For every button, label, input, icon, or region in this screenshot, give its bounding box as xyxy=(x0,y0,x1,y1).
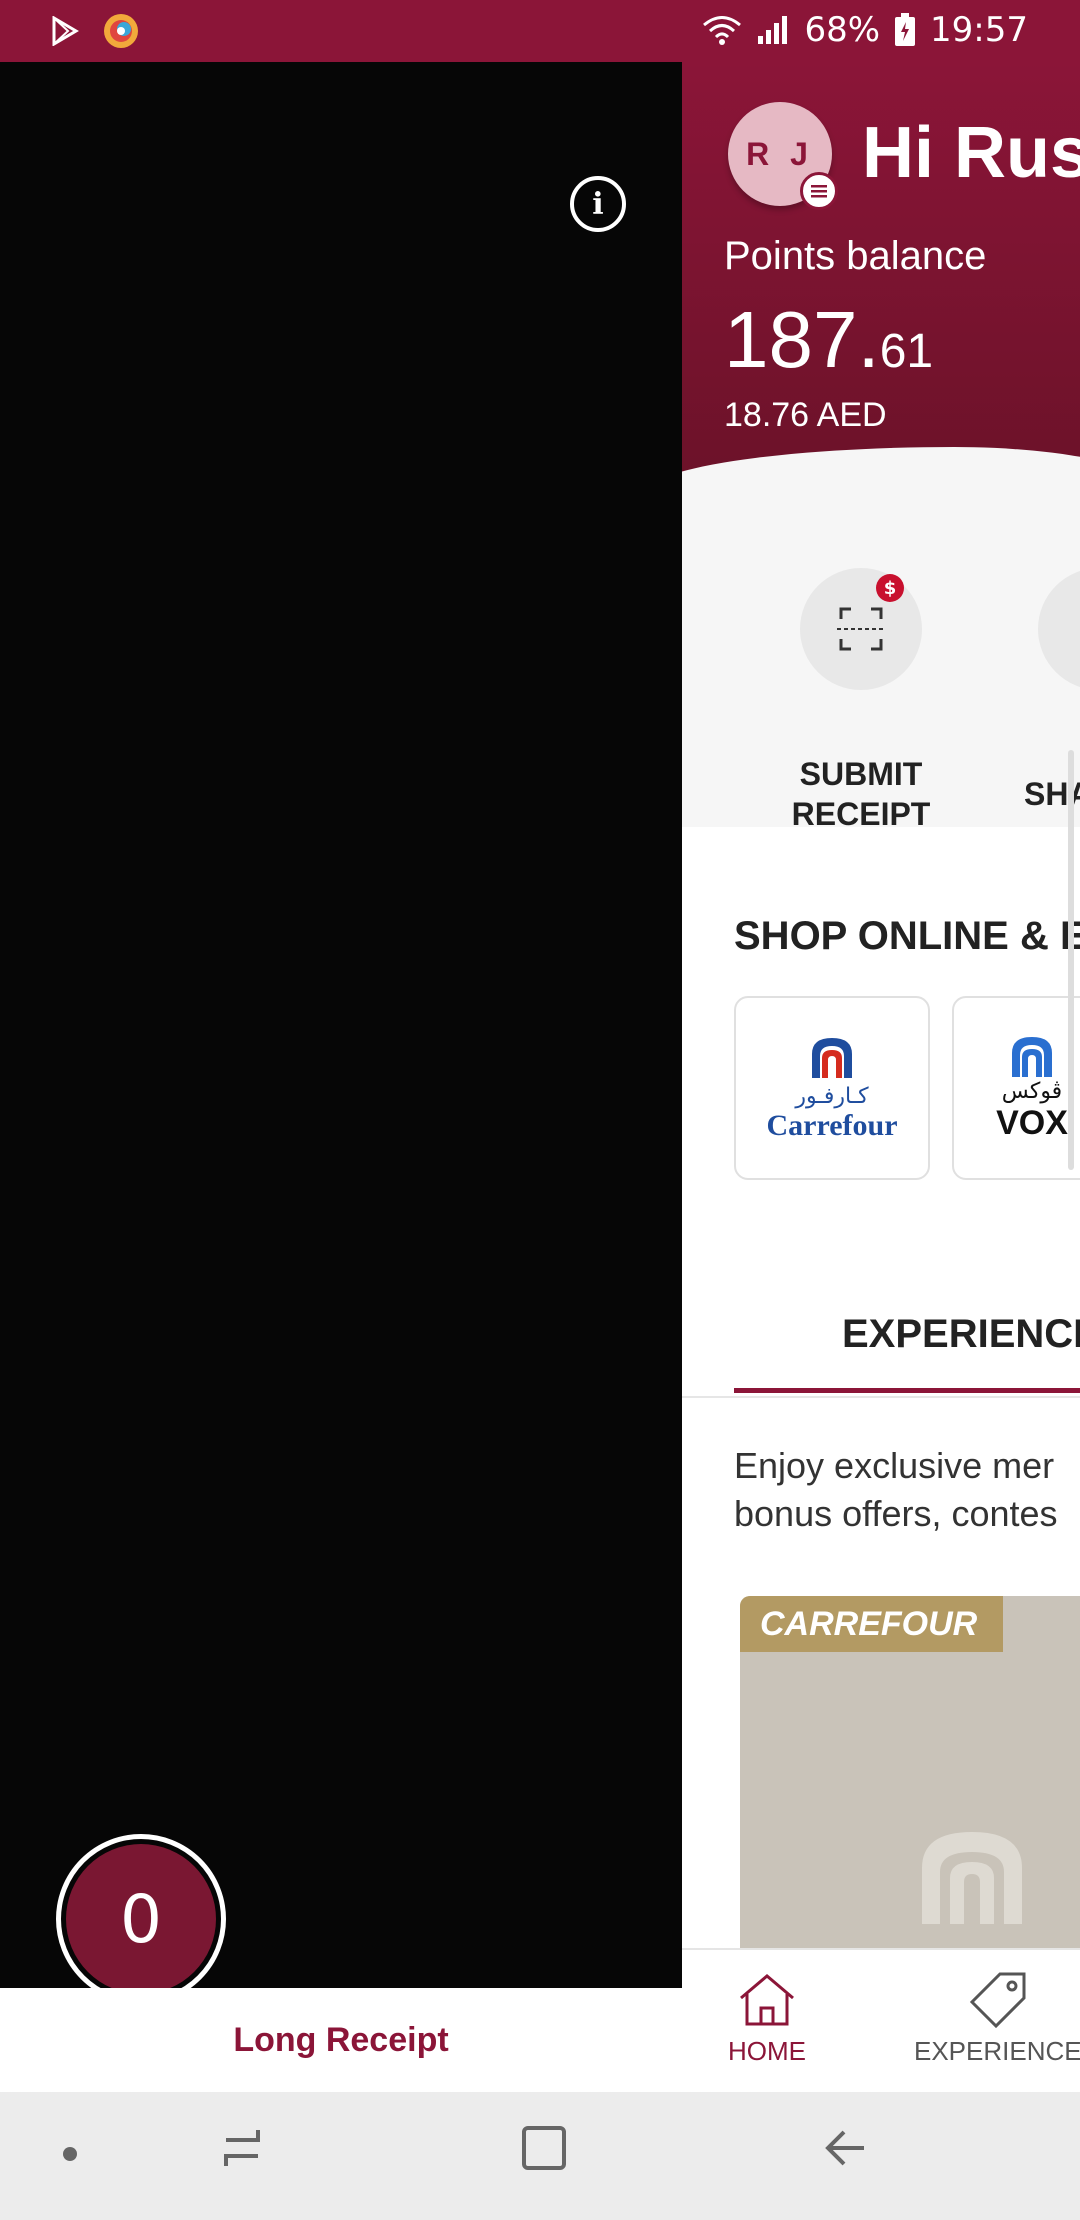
signal-icon xyxy=(756,14,790,46)
nav-home-label: HOME xyxy=(728,2036,806,2066)
description-line-1: Enjoy exclusive mer xyxy=(734,1445,1055,1486)
brand-card-vox[interactable]: ڤوكس VOX xyxy=(952,996,1080,1180)
submit-receipt-label[interactable]: SUBMIT RECEIPT xyxy=(742,754,980,834)
nav-experiences[interactable]: EXPERIENCE xyxy=(914,1970,1080,2067)
carrefour-arabic: كـارفـور xyxy=(795,1083,869,1109)
tab-experiences[interactable]: EXPERIENCE xyxy=(842,1312,1080,1357)
wifi-icon xyxy=(702,14,742,46)
nav-home[interactable]: HOME xyxy=(728,1970,806,2067)
receipt-photo-counter[interactable]: 0 xyxy=(56,1834,226,2004)
brand-card-carrefour[interactable]: كـارفـور Carrefour xyxy=(734,996,930,1180)
points-whole: 187. xyxy=(724,295,880,384)
tab-active-indicator xyxy=(734,1388,1080,1393)
vox-arabic: ڤوكس xyxy=(1001,1079,1063,1104)
submit-receipt-line1: SUBMIT xyxy=(799,756,923,792)
points-balance-value: 187.61 xyxy=(724,294,933,386)
home-button-icon[interactable] xyxy=(520,2122,568,2174)
description-line-2: bonus offers, contes xyxy=(734,1493,1058,1534)
experiences-description: Enjoy exclusive mer bonus offers, contes xyxy=(734,1442,1058,1538)
mall-logo-watermark-icon xyxy=(922,1832,1022,1924)
tag-icon xyxy=(969,1972,1026,2028)
points-decimal: 61 xyxy=(879,325,934,378)
back-icon[interactable] xyxy=(822,2122,872,2174)
play-store-icon xyxy=(50,16,80,46)
shop-online-title: SHOP ONLINE & E xyxy=(734,914,1080,958)
camera-viewfinder[interactable]: i 0 xyxy=(0,62,682,2004)
menu-icon[interactable] xyxy=(800,172,838,210)
battery-icon xyxy=(894,13,916,47)
dollar-badge-icon: $ xyxy=(876,574,904,602)
counter-value: 0 xyxy=(66,1844,216,1994)
tab-divider xyxy=(682,1396,1080,1398)
info-icon[interactable]: i xyxy=(570,176,626,232)
nav-experiences-label: EXPERIENCE xyxy=(914,2036,1080,2066)
vox-name: VOX xyxy=(996,1104,1068,1142)
carrefour-logo-icon xyxy=(812,1037,852,1078)
status-bar: 68% 19:57 xyxy=(0,0,1080,62)
points-aed-value: 18.76 AED xyxy=(724,396,887,434)
system-navigation-bar xyxy=(0,2092,1080,2220)
points-header: R J Hi Rus Points balance 187.61 18.76 A… xyxy=(682,62,1080,502)
promo-brand-tag: CARREFOUR xyxy=(740,1596,1004,1652)
long-receipt-label: Long Receipt xyxy=(233,2020,449,2059)
points-balance-label: Points balance xyxy=(724,234,987,278)
clock: 19:57 xyxy=(930,10,1028,50)
app-notification-icon xyxy=(102,12,140,50)
share-icon[interactable] xyxy=(1038,568,1080,690)
home-icon xyxy=(740,1974,794,2026)
promo-card[interactable]: CARREFOUR xyxy=(740,1596,1080,1976)
scrollbar[interactable] xyxy=(1068,750,1074,1170)
greeting: Hi Rus xyxy=(862,113,1080,193)
home-screen-peek: R J Hi Rus Points balance 187.61 18.76 A… xyxy=(682,62,1080,2092)
carrefour-name: Carrefour xyxy=(766,1108,898,1142)
recent-apps-icon[interactable] xyxy=(218,2122,266,2174)
long-receipt-tab[interactable]: Long Receipt xyxy=(0,1988,682,2092)
dot-indicator-icon xyxy=(60,2144,80,2164)
battery-percent: 68% xyxy=(804,10,881,50)
vox-logo-icon xyxy=(1012,1037,1052,1077)
bottom-navigation: HOME EXPERIENCE xyxy=(682,1948,1080,2092)
